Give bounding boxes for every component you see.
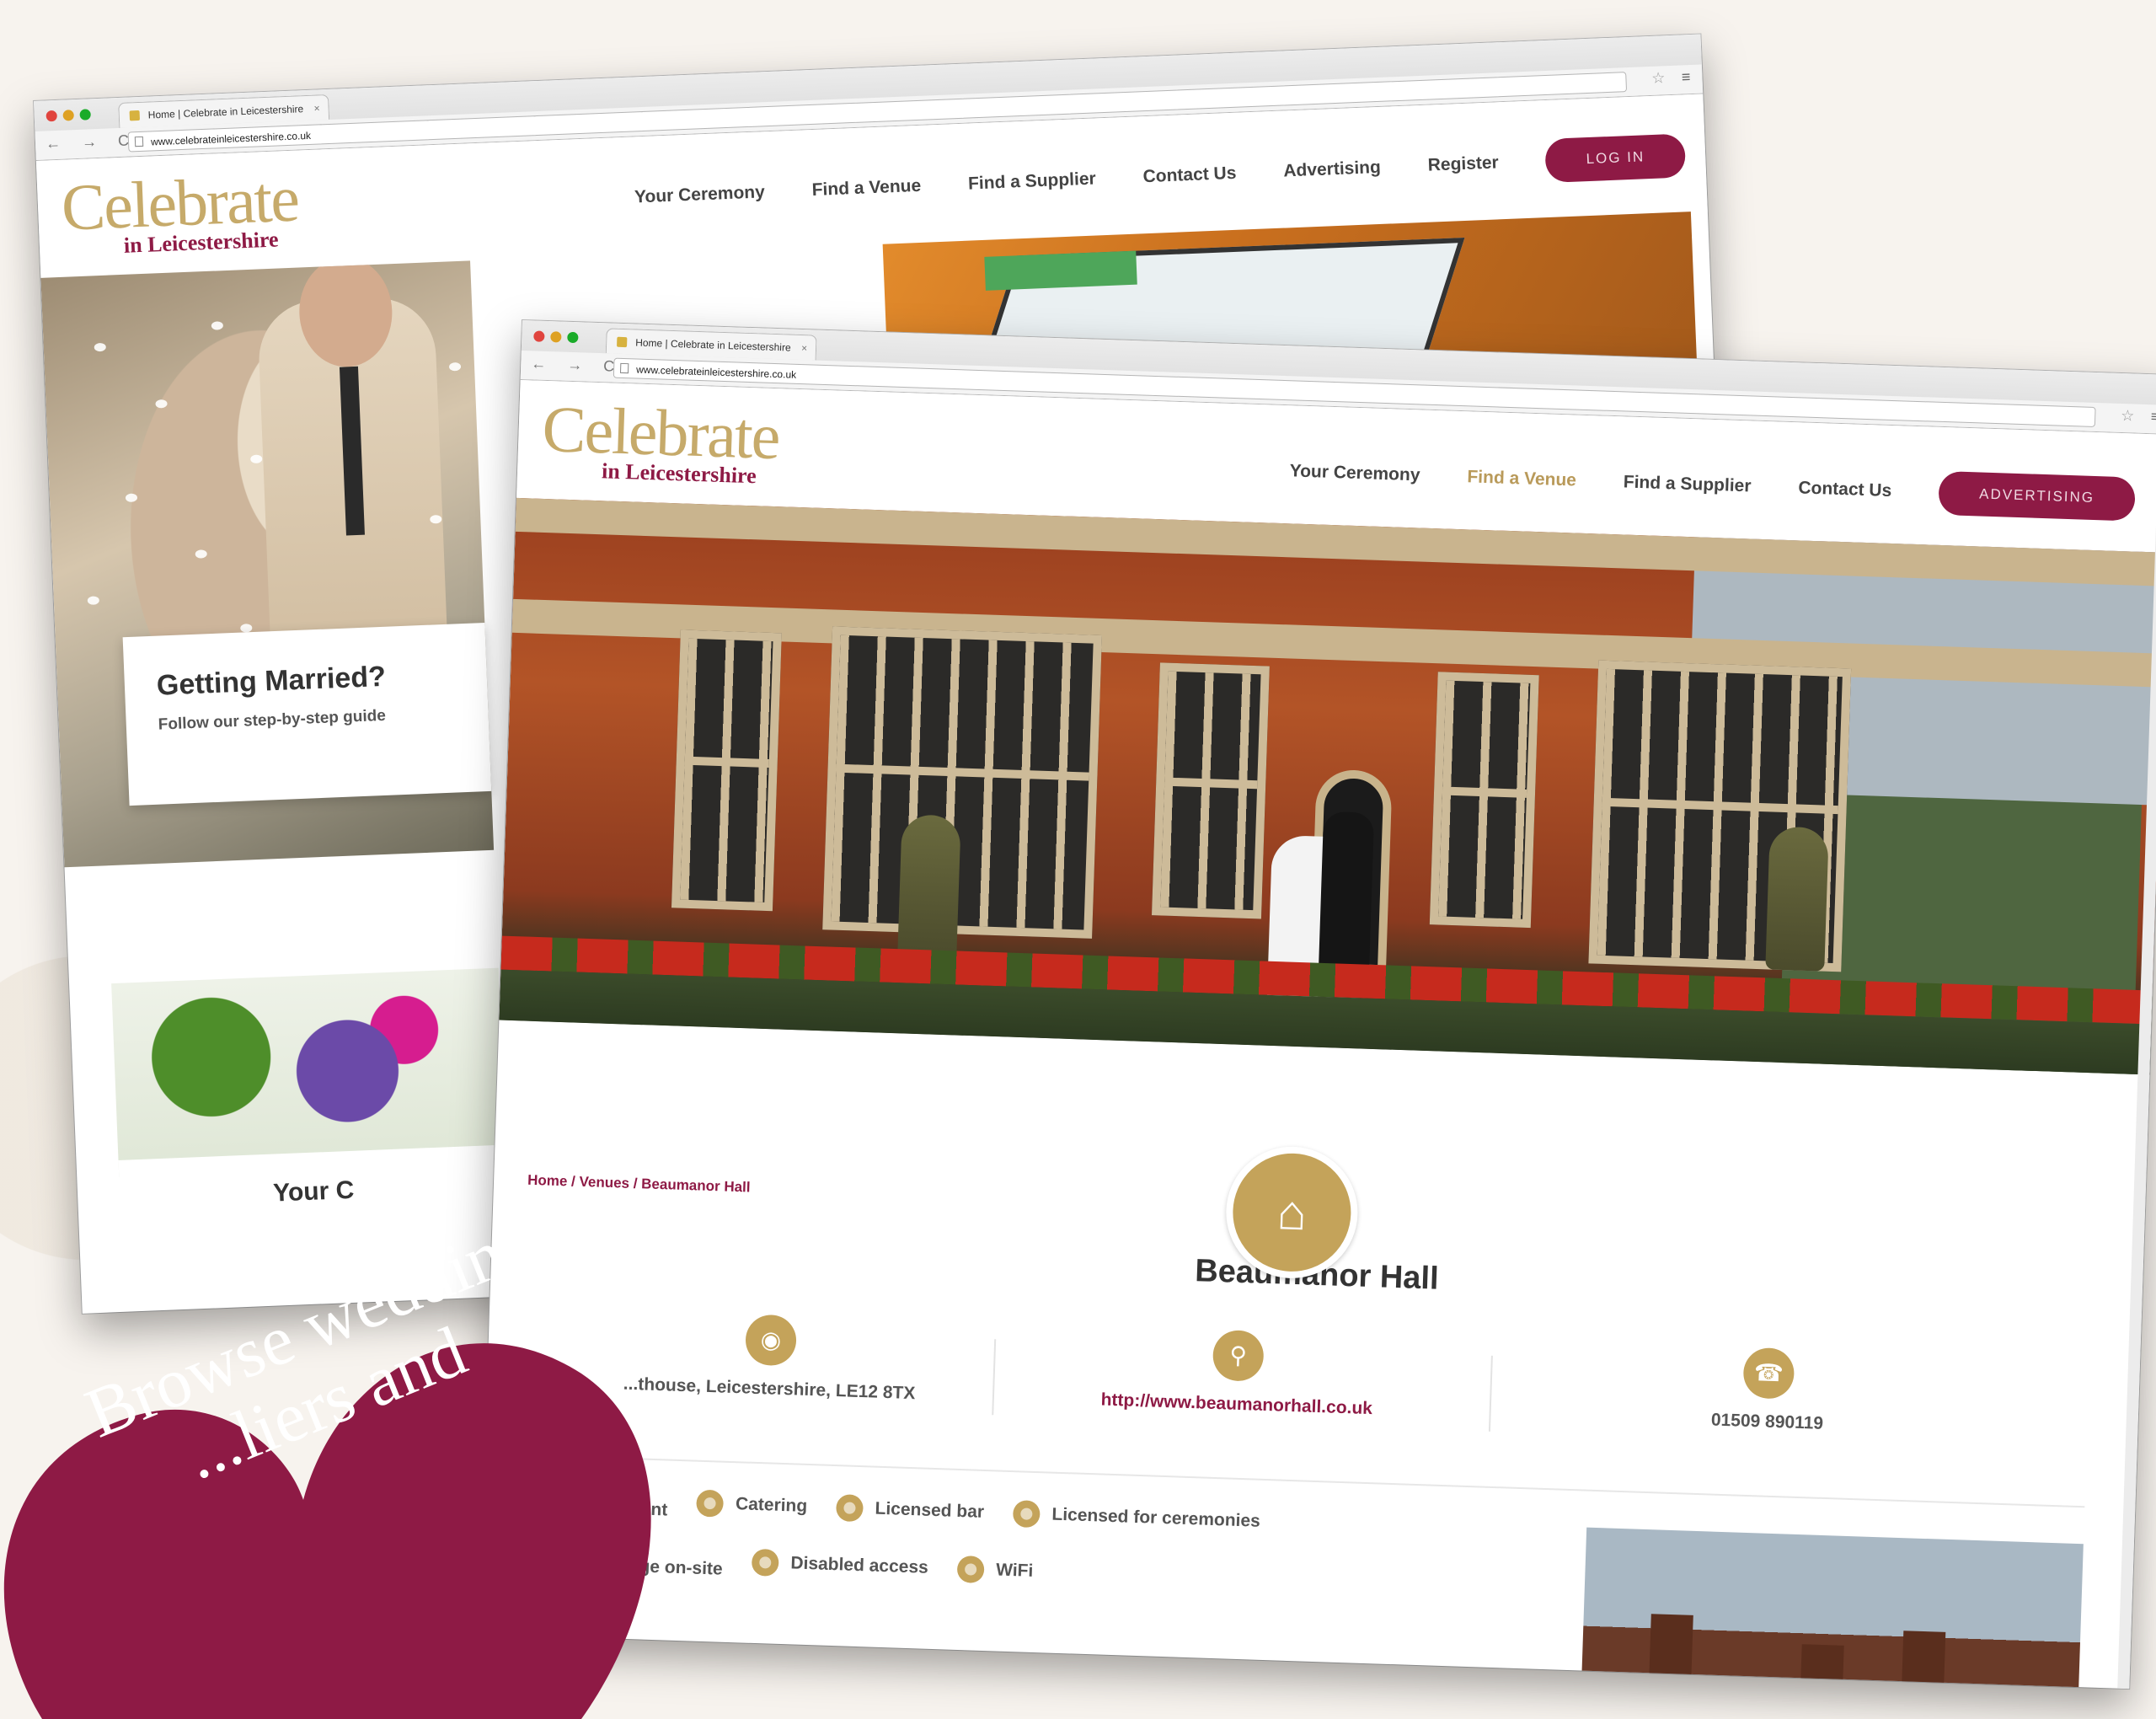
check-circle-icon (696, 1489, 725, 1518)
main-nav: Your Ceremony Find a Venue Find a Suppli… (634, 133, 1687, 219)
breadcrumb[interactable]: Home / Venues / Beaumanor Hall (527, 1172, 751, 1197)
nav-advertising[interactable]: Advertising (1283, 158, 1381, 182)
feature-label: WiFi (995, 1560, 1034, 1581)
logo-sub-text: in Leicestershire (601, 458, 757, 489)
venue-hero-image (499, 497, 2156, 1075)
stone-urn (1765, 826, 1829, 972)
feature-item: Catering (696, 1489, 808, 1520)
website-link[interactable]: http://www.beaumanorhall.co.uk (1026, 1388, 1448, 1422)
chimney-shape (1646, 1614, 1693, 1690)
nav-find-venue[interactable]: Find a Venue (1467, 467, 1576, 490)
front-browser-window: Home | Celebrate in Leicestershire × ← →… (479, 320, 2156, 1690)
navigation-buttons[interactable]: ← → C (45, 131, 138, 153)
minimize-window-button[interactable] (550, 331, 562, 343)
card-text: Follow our step-by-step guide (158, 706, 387, 734)
divider (992, 1339, 997, 1416)
site-logo[interactable]: Celebrate in Leicestershire (541, 391, 780, 490)
close-window-button[interactable] (45, 110, 57, 122)
bookmark-star-icon[interactable]: ☆ (2121, 407, 2135, 426)
check-circle-icon (1012, 1500, 1041, 1529)
browser-menu-icon[interactable]: ≡ (2150, 408, 2156, 426)
divider (1488, 1355, 1493, 1432)
minimize-window-button[interactable] (62, 110, 74, 121)
stone-urn (897, 814, 961, 960)
window-controls (533, 330, 579, 344)
feature-item: WiFi (956, 1555, 1034, 1585)
tab-title: Home | Celebrate in Leicestershire (634, 336, 791, 354)
feature-label: Licensed bar (875, 1498, 985, 1522)
page-icon (619, 362, 629, 374)
logo-main-text: Celebrate (541, 391, 780, 474)
login-button[interactable]: LOG IN (1544, 133, 1687, 184)
zoom-window-button[interactable] (79, 109, 91, 120)
nav-find-supplier[interactable]: Find a Supplier (1623, 472, 1751, 496)
chimney-shape (1798, 1644, 1844, 1690)
feature-label: Catering (735, 1494, 808, 1516)
nav-find-venue[interactable]: Find a Venue (811, 176, 921, 201)
tab-title: Home | Celebrate in Leicestershire (147, 103, 304, 121)
check-circle-icon (956, 1555, 985, 1583)
card-title: Getting Married? (156, 660, 387, 702)
tab-close-icon[interactable]: × (801, 335, 808, 361)
hall-window (1429, 672, 1539, 929)
venue-gallery-thumbnail[interactable] (1579, 1527, 2084, 1690)
site-logo[interactable]: Celebrate in Leicestershire (60, 162, 301, 261)
advertising-button[interactable]: ADVERTISING (1938, 470, 2136, 522)
nav-contact-us[interactable]: Contact Us (1798, 478, 1892, 501)
check-circle-icon (751, 1548, 779, 1577)
nav-your-ceremony[interactable]: Your Ceremony (634, 182, 766, 207)
chimney-shape (1899, 1631, 1946, 1690)
search-globe-icon: ⚲ (1212, 1329, 1265, 1382)
getting-married-card[interactable]: Getting Married? Follow our step-by-step… (122, 623, 492, 806)
favicon-icon (617, 336, 628, 348)
page-icon (134, 136, 144, 147)
hall-window (1151, 662, 1270, 919)
phone-number[interactable]: 01509 890119 (1531, 1404, 2003, 1440)
navigation-buttons[interactable]: ← → C (531, 355, 623, 376)
venue-features: ...ent Catering Licensed bar Licensed fo… (623, 1487, 1511, 1631)
check-circle-icon (836, 1494, 864, 1523)
feature-label: Disabled access (790, 1553, 929, 1577)
feature-label: Licensed for ceremonies (1051, 1504, 1261, 1531)
url-text: www.celebrateinleicestershire.co.uk (635, 363, 797, 381)
main-nav: Your Ceremony Find a Venue Find a Suppli… (1289, 449, 2136, 522)
nav-find-supplier[interactable]: Find a Supplier (968, 169, 1097, 194)
hall-window (671, 629, 782, 912)
bookmark-star-icon[interactable]: ☆ (1651, 69, 1666, 88)
phone-block: ☎ 01509 890119 (1531, 1340, 2005, 1440)
close-window-button[interactable] (533, 330, 545, 342)
url-text: www.celebrateinleicestershire.co.uk (150, 129, 312, 148)
nav-register[interactable]: Register (1427, 153, 1499, 175)
venue-contact-row: ◉ ...thouse, Leicestershire, LE12 8TX ⚲ … (485, 1305, 2140, 1486)
tab-close-icon[interactable]: × (313, 95, 320, 120)
feature-item: Licensed for ceremonies (1012, 1500, 1261, 1535)
hall-window (822, 626, 1102, 939)
favicon-icon (129, 110, 141, 121)
nav-your-ceremony[interactable]: Your Ceremony (1289, 461, 1420, 485)
location-pin-icon: ◉ (745, 1314, 798, 1367)
nav-contact-us[interactable]: Contact Us (1142, 163, 1237, 187)
feature-item: Disabled access (751, 1548, 929, 1582)
feature-item: Licensed bar (836, 1494, 985, 1526)
laptop-bar-shape (984, 250, 1137, 291)
browser-menu-icon[interactable]: ≡ (1682, 68, 1691, 86)
phone-icon: ☎ (1742, 1347, 1795, 1400)
zoom-window-button[interactable] (567, 331, 579, 344)
flowers-image (111, 967, 506, 1177)
window-controls (45, 109, 91, 122)
website-block: ⚲ http://www.beaumanorhall.co.uk (1026, 1324, 1450, 1422)
